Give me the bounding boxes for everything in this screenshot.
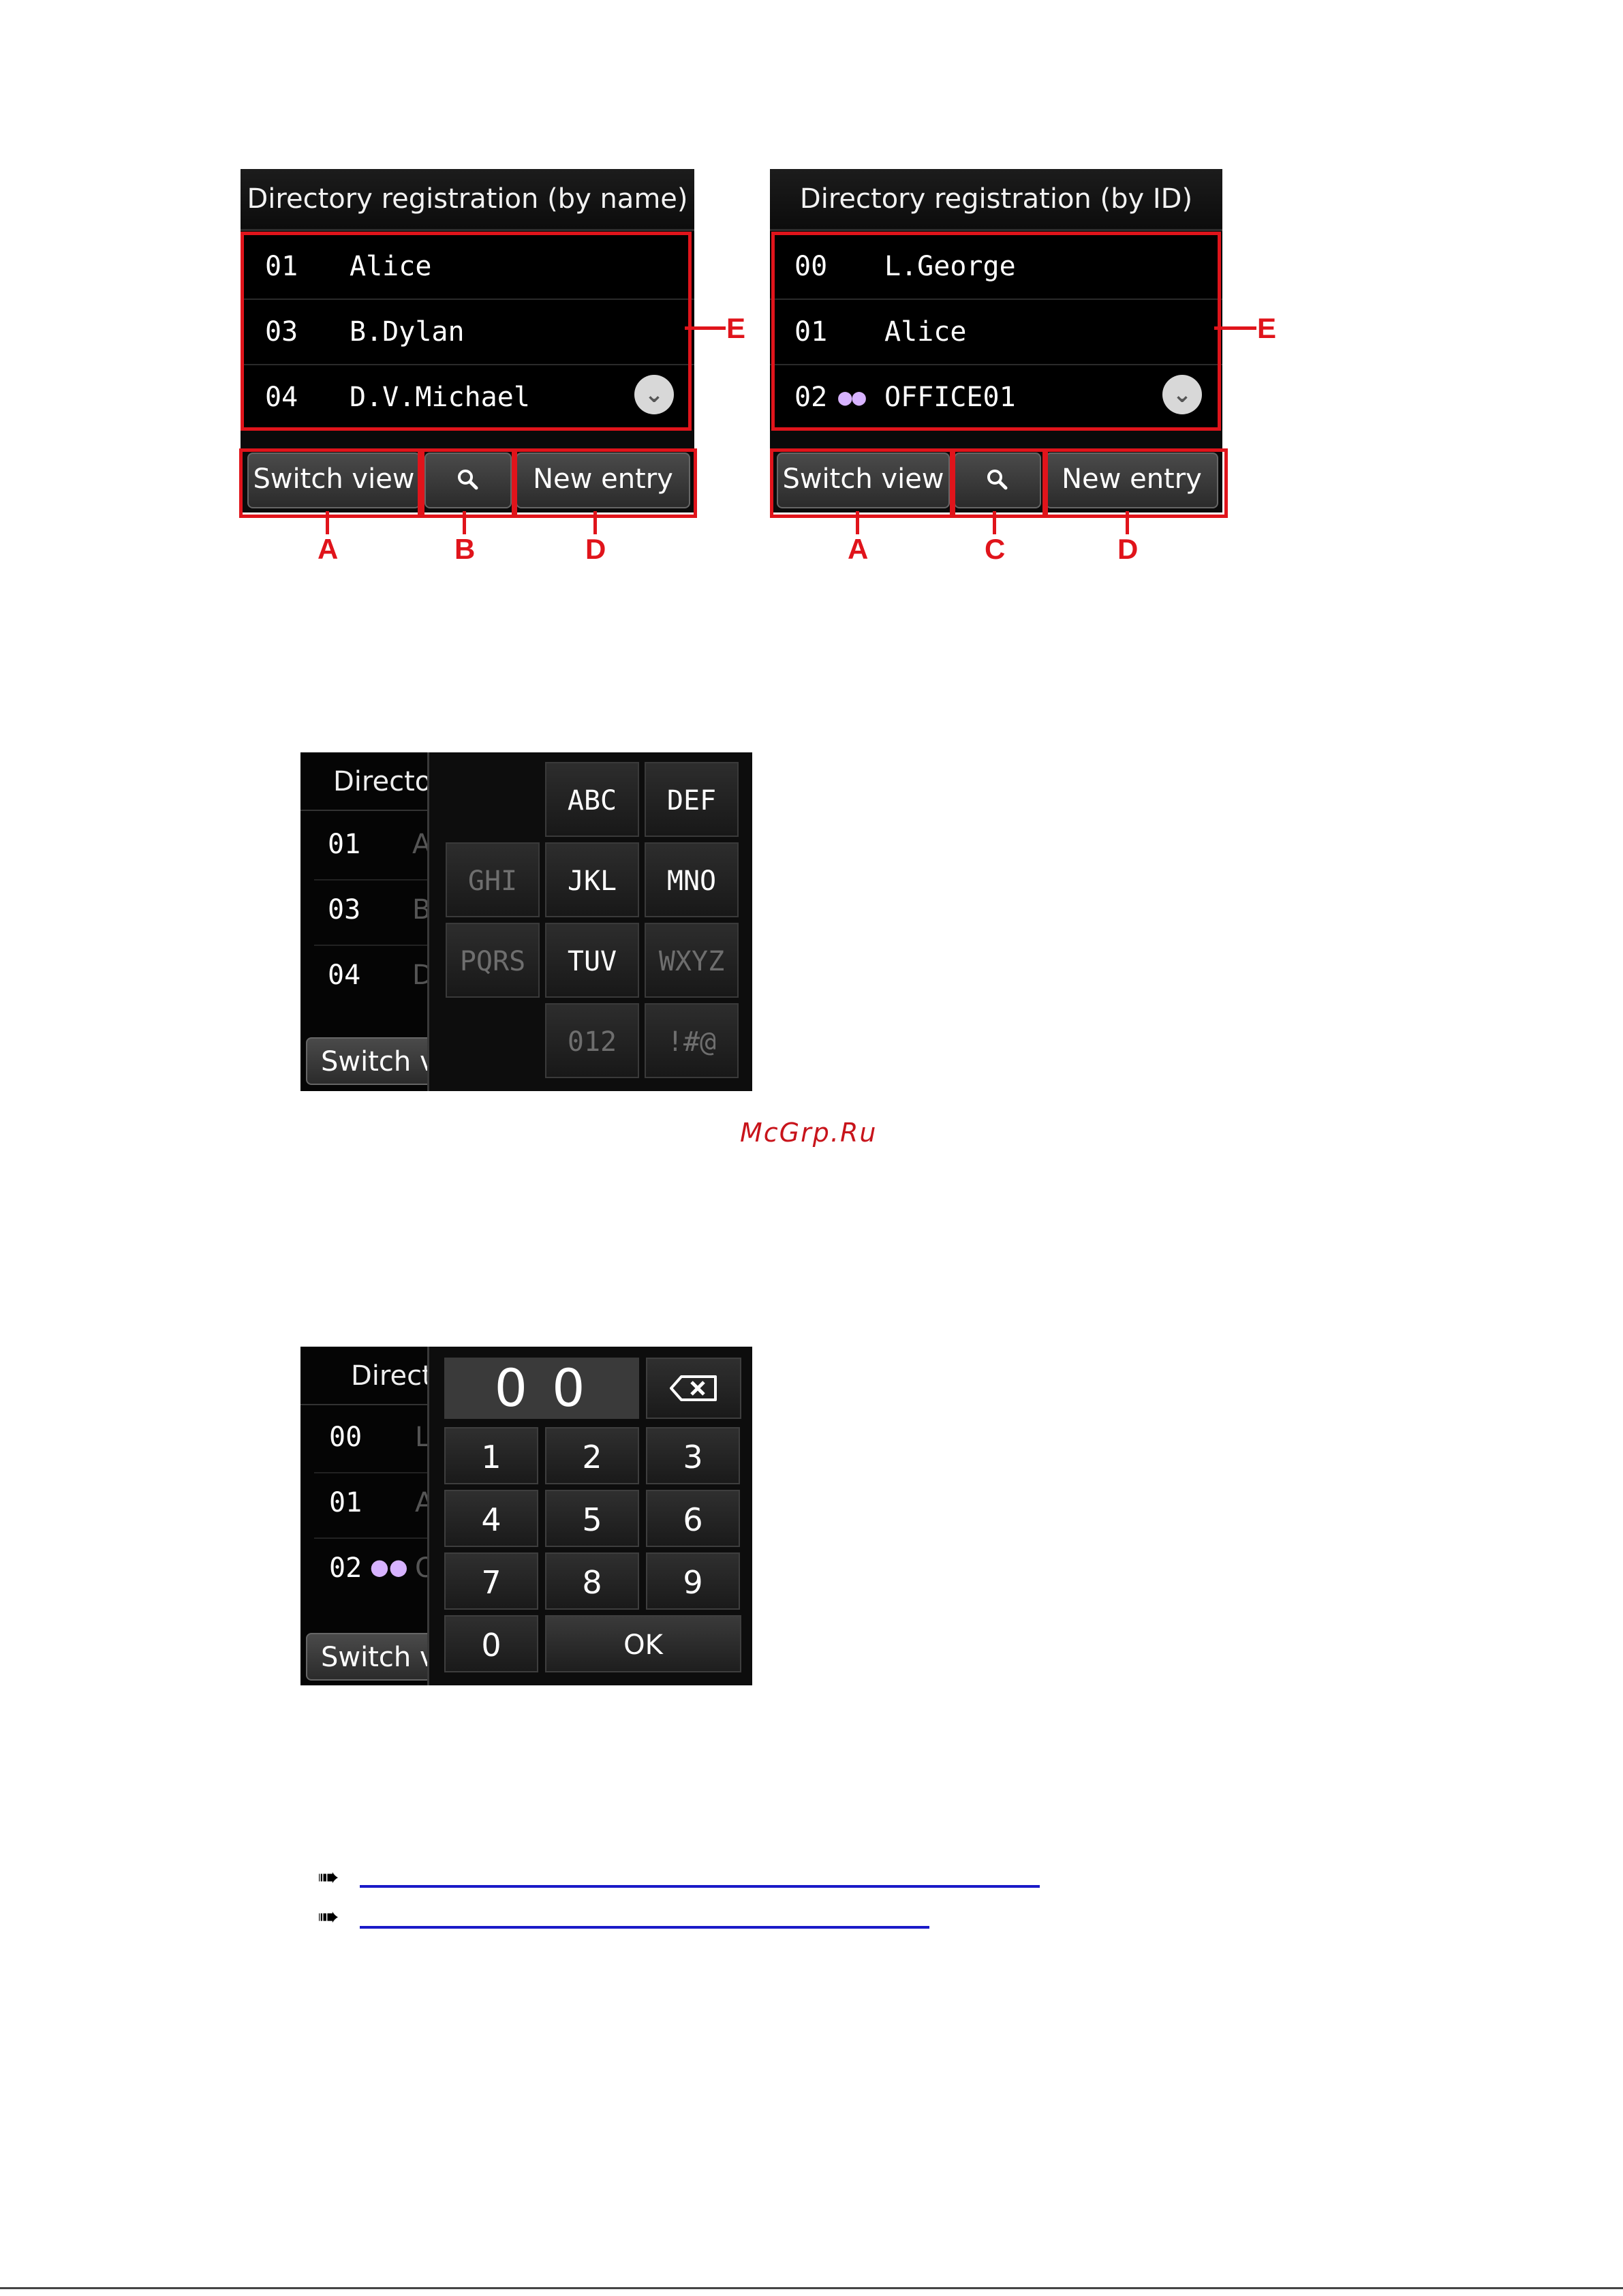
arrow-right-icon: ➠ — [318, 1862, 339, 1892]
page-title: Directory registration (by name) — [241, 169, 694, 231]
callout-box-list — [241, 232, 692, 431]
callout-label-c: C — [985, 533, 1006, 565]
key-jkl[interactable]: JKL — [545, 842, 639, 917]
key-3[interactable]: 3 — [646, 1427, 740, 1484]
callout-line — [1214, 326, 1256, 330]
background-list-panel: Direct 00 L 01 A 02 ●● O Switch vi — [300, 1347, 442, 1685]
key-2[interactable]: 2 — [545, 1427, 639, 1484]
arrow-right-icon: ➠ — [318, 1901, 339, 1931]
callout-line — [856, 511, 859, 534]
callout-line — [463, 511, 466, 534]
list-item: 03 — [328, 894, 361, 925]
group-icon: ●● — [370, 1554, 408, 1580]
key-4[interactable]: 4 — [444, 1490, 538, 1547]
callout-label-e: E — [1257, 312, 1277, 344]
footer-rule — [0, 2287, 1623, 2289]
callout-label-a: A — [848, 533, 869, 565]
key-def[interactable]: DEF — [645, 762, 739, 837]
key-abc[interactable]: ABC — [545, 762, 639, 837]
key-0[interactable]: 0 — [444, 1615, 538, 1672]
callout-label-e: E — [726, 312, 746, 344]
callout-box-new-entry — [1042, 448, 1228, 518]
callout-line — [993, 511, 996, 534]
key-5[interactable]: 5 — [545, 1490, 639, 1547]
key-012[interactable]: 012 — [545, 1003, 639, 1078]
key-1[interactable]: 1 — [444, 1427, 538, 1484]
key-ghi[interactable]: GHI — [446, 842, 540, 917]
callout-box-switch-view — [770, 448, 955, 518]
key-6[interactable]: 6 — [646, 1490, 740, 1547]
key-wxyz[interactable]: WXYZ — [645, 923, 739, 998]
key-9[interactable]: 9 — [646, 1552, 740, 1610]
backspace-button[interactable] — [646, 1358, 741, 1419]
callout-line — [593, 511, 597, 534]
callout-box-new-entry — [512, 448, 697, 518]
key-7[interactable]: 7 — [444, 1552, 538, 1610]
list-item: 01 — [329, 1487, 362, 1518]
callout-line — [1126, 511, 1129, 534]
search-letter-keypad-screen: Director 01 A 03 B 04 D Switch vi ABC DE… — [300, 752, 752, 1091]
key-pqrs[interactable]: PQRS — [446, 923, 540, 998]
key-tuv[interactable]: TUV — [545, 923, 639, 998]
callout-box-switch-view — [239, 448, 424, 518]
list-item: 02 — [329, 1552, 362, 1584]
callout-line — [685, 326, 726, 330]
page-title: Direct — [351, 1360, 433, 1392]
link-underline[interactable] — [360, 1885, 1040, 1888]
ok-button[interactable]: OK — [545, 1615, 741, 1672]
background-list-panel: Director 01 A 03 B 04 D Switch vi — [300, 752, 443, 1091]
callout-line — [326, 511, 329, 534]
callout-box-search — [950, 448, 1048, 518]
watermark: McGrp.Ru — [740, 1118, 878, 1148]
callout-label-d: D — [585, 533, 606, 565]
page-title: Director — [333, 766, 443, 797]
switch-view-button: Switch vi — [306, 1037, 442, 1085]
number-keypad: 0 0 1 2 3 4 5 6 7 8 9 0 OK — [427, 1347, 752, 1685]
backspace-icon — [670, 1375, 717, 1401]
letter-keypad: ABC DEF GHI JKL MNO PQRS TUV WXYZ 012 !#… — [427, 752, 752, 1091]
page-title: Directory registration (by ID) — [770, 169, 1222, 231]
link-underline[interactable] — [360, 1926, 929, 1929]
callout-box-search — [418, 448, 517, 518]
id-number-display: 0 0 — [444, 1358, 639, 1419]
callout-label-b: B — [454, 533, 476, 565]
key-symbols[interactable]: !#@ — [645, 1003, 739, 1078]
key-mno[interactable]: MNO — [645, 842, 739, 917]
list-item: 04 — [328, 960, 361, 991]
switch-view-button: Switch vi — [306, 1633, 442, 1681]
search-number-keypad-screen: Direct 00 L 01 A 02 ●● O Switch vi 0 0 1… — [300, 1347, 752, 1685]
list-item: 01 — [328, 829, 361, 860]
callout-box-list — [771, 232, 1221, 431]
key-8[interactable]: 8 — [545, 1552, 639, 1610]
callout-label-d: D — [1117, 533, 1139, 565]
list-item: 00 — [329, 1422, 362, 1453]
callout-label-a: A — [318, 533, 339, 565]
